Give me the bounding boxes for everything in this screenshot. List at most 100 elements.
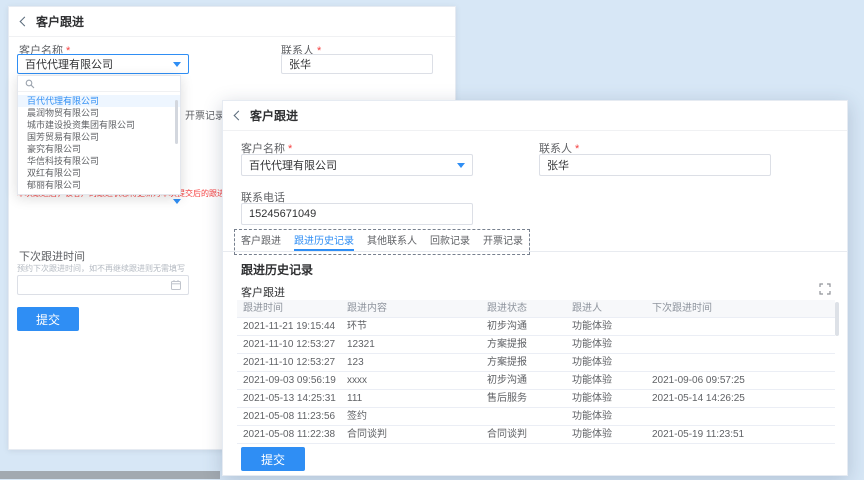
table-cell: 功能体验 bbox=[566, 372, 646, 389]
submit-button[interactable]: 提交 bbox=[241, 447, 305, 471]
table-row[interactable]: 2021-05-08 11:22:38合同谈判合同谈判功能体验2021-05-1… bbox=[237, 426, 835, 444]
table-cell: xxxx bbox=[341, 372, 481, 389]
dropdown-option[interactable]: 华信科技有限公司 bbox=[18, 155, 180, 167]
front-follow-panel: 客户跟进 客户名称 百代代理有限公司 联系人 联系电话 客户跟进跟进历史记录其他… bbox=[222, 100, 848, 476]
table-cell: 12321 bbox=[341, 336, 481, 353]
front-panel-header: 客户跟进 bbox=[223, 101, 847, 131]
table-cell bbox=[646, 408, 835, 425]
customer-dropdown: 百代代理有限公司晨润物贸有限公司城市建设投资集团有限公司国芳贸易有限公司豪究有限… bbox=[17, 75, 181, 195]
tab-bar: 客户跟进跟进历史记录其他联系人回款记录开票记录 bbox=[223, 229, 847, 252]
front-panel-title: 客户跟进 bbox=[250, 107, 298, 124]
table-cell: 方案提报 bbox=[481, 354, 566, 371]
table-header-row: 跟进时间跟进内容跟进状态跟进人下次跟进时间 bbox=[237, 300, 835, 318]
dropdown-option[interactable]: 国芳贸易有限公司 bbox=[18, 131, 180, 143]
customer-select-value: 百代代理有限公司 bbox=[25, 56, 113, 72]
table-body: 2021-11-21 19:15:44环节初步沟通功能体验2021-11-10 … bbox=[237, 318, 835, 444]
table-cell bbox=[646, 318, 835, 335]
table-cell: 2021-11-10 12:53:27 bbox=[237, 354, 341, 371]
dropdown-option[interactable]: 郁丽有限公司 bbox=[18, 179, 180, 191]
dropdown-scrollbar[interactable] bbox=[175, 100, 178, 144]
table-cell: 功能体验 bbox=[566, 426, 646, 443]
customer-select[interactable]: 百代代理有限公司 bbox=[241, 154, 473, 176]
tab-payment-records[interactable]: 回款记录 bbox=[430, 232, 470, 251]
column-header: 下次跟进时间 bbox=[646, 300, 835, 317]
table-cell: 合同谈判 bbox=[341, 426, 481, 443]
search-icon bbox=[25, 79, 35, 89]
table-cell: 111 bbox=[341, 390, 481, 407]
dropdown-option[interactable]: 城市建设投资集团有限公司 bbox=[18, 119, 180, 131]
expand-icon[interactable] bbox=[819, 283, 831, 295]
dropdown-search[interactable] bbox=[18, 76, 180, 92]
chevron-down-icon[interactable] bbox=[173, 199, 181, 204]
next-follow-date-input[interactable] bbox=[17, 275, 189, 295]
table-cell: 功能体验 bbox=[566, 390, 646, 407]
table-cell: 2021-09-03 09:56:19 bbox=[237, 372, 341, 389]
back-panel-header: 客户跟进 bbox=[9, 7, 455, 37]
table-cell: 2021-11-21 19:15:44 bbox=[237, 318, 341, 335]
table-cell: 售后服务 bbox=[481, 390, 566, 407]
contact-input[interactable] bbox=[281, 54, 433, 74]
tab-invoice-records[interactable]: 开票记录 bbox=[483, 232, 523, 251]
customer-dropdown-list: 百代代理有限公司晨润物贸有限公司城市建设投资集团有限公司国芳贸易有限公司豪究有限… bbox=[18, 95, 180, 191]
table-cell: 功能体验 bbox=[566, 336, 646, 353]
tab-customer-follow[interactable]: 客户跟进 bbox=[241, 232, 281, 251]
dropdown-option[interactable]: 晨润物贸有限公司 bbox=[18, 107, 180, 119]
table-cell: 功能体验 bbox=[566, 354, 646, 371]
chevron-down-icon bbox=[173, 62, 181, 67]
table-cell: 2021-11-10 12:53:27 bbox=[237, 336, 341, 353]
tab-invoice-record-partial[interactable]: 开票记录 bbox=[185, 107, 225, 122]
follow-history-table: 跟进时间跟进内容跟进状态跟进人下次跟进时间 2021-11-21 19:15:4… bbox=[237, 300, 835, 444]
table-cell: 签约 bbox=[341, 408, 481, 425]
dropdown-option[interactable]: 双红有限公司 bbox=[18, 167, 180, 179]
table-cell: 环节 bbox=[341, 318, 481, 335]
tab-other-contacts[interactable]: 其他联系人 bbox=[367, 232, 417, 251]
phone-input[interactable] bbox=[241, 203, 473, 225]
table-title: 客户跟进 bbox=[241, 284, 285, 300]
table-cell: 2021-05-08 11:23:56 bbox=[237, 408, 341, 425]
table-cell bbox=[646, 336, 835, 353]
table-cell: 2021-05-19 11:23:51 bbox=[646, 426, 835, 443]
calendar-icon bbox=[170, 279, 182, 291]
column-header: 跟进时间 bbox=[237, 300, 341, 317]
table-cell: 方案提报 bbox=[481, 336, 566, 353]
customer-select[interactable]: 百代代理有限公司 bbox=[17, 54, 189, 74]
table-row[interactable]: 2021-11-10 12:53:2712321方案提报功能体验 bbox=[237, 336, 835, 354]
section-title: 跟进历史记录 bbox=[241, 261, 313, 278]
front-tabs: 客户跟进跟进历史记录其他联系人回款记录开票记录 bbox=[234, 229, 530, 255]
table-row[interactable]: 2021-05-13 14:25:31111售后服务功能体验2021-05-14… bbox=[237, 390, 835, 408]
dropdown-option[interactable]: 百代代理有限公司 bbox=[18, 95, 180, 107]
table-cell: 功能体验 bbox=[566, 318, 646, 335]
table-cell bbox=[481, 408, 566, 425]
table-cell: 123 bbox=[341, 354, 481, 371]
back-icon[interactable] bbox=[234, 111, 244, 121]
table-cell: 2021-05-13 14:25:31 bbox=[237, 390, 341, 407]
column-header: 跟进状态 bbox=[481, 300, 566, 317]
back-panel-title: 客户跟进 bbox=[36, 13, 84, 30]
table-cell: 2021-05-08 11:22:38 bbox=[237, 426, 341, 443]
customer-select-value: 百代代理有限公司 bbox=[249, 157, 337, 173]
tab-follow-history[interactable]: 跟进历史记录 bbox=[294, 232, 354, 251]
table-cell: 初步沟通 bbox=[481, 318, 566, 335]
next-follow-hint: 预约下次跟进时间，如不再继续跟进则无需填写 bbox=[17, 263, 185, 274]
horizontal-scrollbar[interactable] bbox=[0, 471, 220, 479]
table-row[interactable]: 2021-11-10 12:53:27123方案提报功能体验 bbox=[237, 354, 835, 372]
table-cell: 2021-09-06 09:57:25 bbox=[646, 372, 835, 389]
back-icon[interactable] bbox=[20, 17, 30, 27]
table-cell: 功能体验 bbox=[566, 408, 646, 425]
table-row[interactable]: 2021-11-21 19:15:44环节初步沟通功能体验 bbox=[237, 318, 835, 336]
table-cell: 2021-05-14 14:26:25 bbox=[646, 390, 835, 407]
contact-input[interactable] bbox=[539, 154, 771, 176]
table-cell: 初步沟通 bbox=[481, 372, 566, 389]
table-scrollbar[interactable] bbox=[835, 302, 839, 336]
column-header: 跟进内容 bbox=[341, 300, 481, 317]
app-canvas: 客户跟进 客户名称 百代代理有限公司 联系人 开票记录 本次跟进后，该客户的跟进… bbox=[0, 0, 864, 480]
column-header: 跟进人 bbox=[566, 300, 646, 317]
dropdown-option[interactable]: 豪究有限公司 bbox=[18, 143, 180, 155]
table-cell: 合同谈判 bbox=[481, 426, 566, 443]
table-row[interactable]: 2021-05-08 11:23:56签约 功能体验 bbox=[237, 408, 835, 426]
table-cell bbox=[646, 354, 835, 371]
submit-button[interactable]: 提交 bbox=[17, 307, 79, 331]
table-row[interactable]: 2021-09-03 09:56:19xxxx初步沟通功能体验2021-09-0… bbox=[237, 372, 835, 390]
next-follow-label: 下次跟进时间 bbox=[19, 248, 85, 264]
chevron-down-icon bbox=[457, 163, 465, 168]
